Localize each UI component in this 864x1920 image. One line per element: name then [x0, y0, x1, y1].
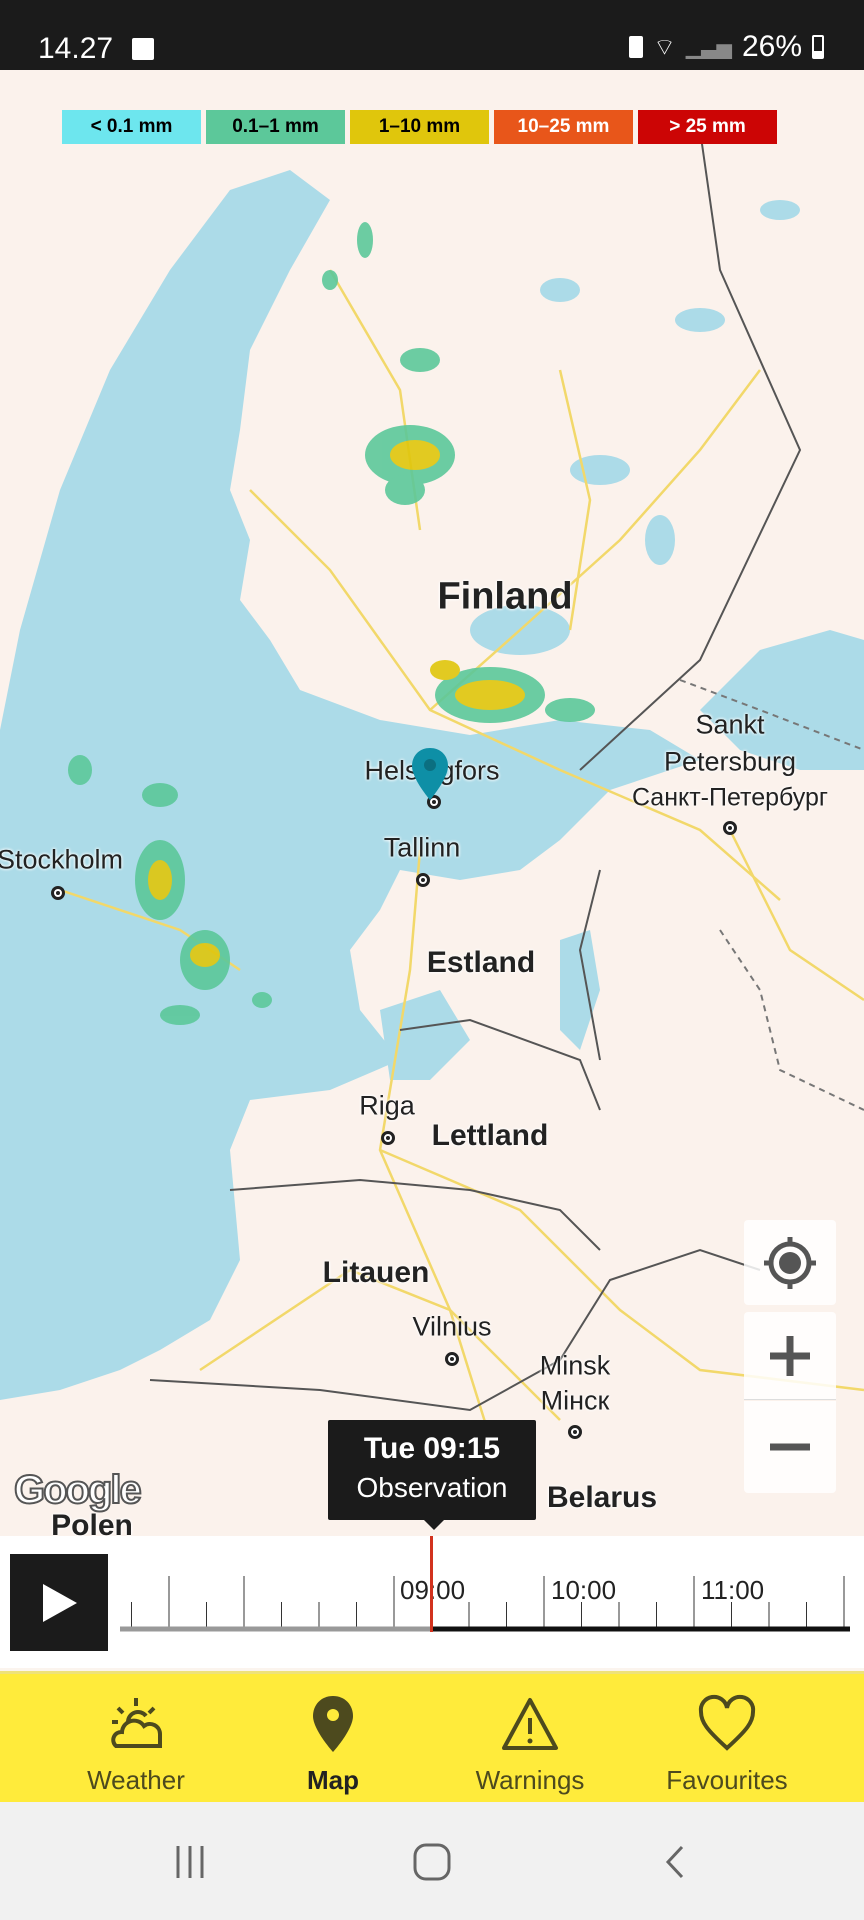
nav-label: Warnings	[475, 1765, 585, 1795]
status-time: 14.27	[38, 32, 114, 65]
current-time-indicator[interactable]	[430, 1536, 433, 1632]
legend-item: 0.1–1 mm	[206, 110, 345, 144]
nav-label: Favourites	[666, 1765, 788, 1795]
battery-percent: 26%	[741, 30, 802, 63]
time-tooltip: Tue 09:15 Observation	[328, 1420, 536, 1530]
city-label: Tallinn	[383, 832, 461, 863]
city-label: Riga	[359, 1090, 415, 1121]
nav-warnings[interactable]: Warnings	[430, 1674, 630, 1805]
battery-icon	[812, 35, 824, 59]
zoom-out-button[interactable]	[744, 1401, 836, 1493]
location-marker-icon[interactable]	[410, 746, 450, 802]
signal-icon: ▁▃▅	[685, 36, 732, 59]
hour-label: 10:00	[551, 1575, 617, 1605]
city-dot	[723, 821, 737, 835]
timeline[interactable]: 09:00 10:00 11:00	[0, 1536, 864, 1668]
tooltip-time: Tue 09:15	[363, 1432, 501, 1465]
my-location-button[interactable]	[744, 1220, 836, 1305]
google-logo: Google	[13, 1467, 143, 1513]
country-label: Litauen	[322, 1256, 430, 1289]
city-label: Sankt	[695, 709, 765, 740]
minus-icon	[770, 1443, 810, 1451]
map-pin-icon	[313, 1696, 353, 1752]
tooltip-type: Observation	[356, 1472, 508, 1503]
city-dot	[568, 1425, 582, 1439]
recent-apps-icon[interactable]	[172, 1844, 208, 1880]
back-icon[interactable]	[660, 1844, 690, 1880]
city-label: Minsk	[539, 1350, 611, 1381]
hour-label: 11:00	[701, 1575, 765, 1605]
nav-label: Map	[307, 1765, 359, 1795]
city-dot	[445, 1352, 459, 1366]
city-label: Stockholm	[0, 844, 124, 875]
plus-icon	[770, 1335, 810, 1376]
zoom-in-button[interactable]	[744, 1312, 836, 1400]
country-label: Belarus	[546, 1481, 658, 1514]
gallery-icon	[132, 38, 154, 60]
bottom-nav: Weather Map Warnings Favourites	[0, 1671, 864, 1802]
city-dot	[381, 1131, 395, 1145]
wifi-icon: ⌔	[653, 34, 676, 61]
precipitation-legend: < 0.1 mm 0.1–1 mm 1–10 mm 10–25 mm > 25 …	[62, 110, 777, 144]
weather-icon	[111, 1698, 162, 1748]
country-label: Polen	[51, 1509, 133, 1536]
country-label: Lettland	[431, 1119, 549, 1152]
heart-icon	[698, 1694, 756, 1751]
radar-map[interactable]: < 0.1 mm 0.1–1 mm 1–10 mm 10–25 mm > 25 …	[0, 70, 864, 1536]
legend-item: 1–10 mm	[350, 110, 489, 144]
nav-favourites[interactable]: Favourites	[627, 1674, 827, 1805]
city-dot	[416, 873, 430, 887]
city-label: Vilnius	[412, 1311, 492, 1342]
city-label: Мінск	[540, 1385, 610, 1416]
legend-item: 10–25 mm	[494, 110, 633, 144]
home-icon[interactable]	[412, 1842, 452, 1882]
city-dot	[51, 886, 65, 900]
battery-saver-icon	[629, 36, 644, 58]
warning-icon	[502, 1698, 558, 1750]
system-nav-bar	[0, 1802, 864, 1920]
legend-item: > 25 mm	[638, 110, 777, 144]
nav-map[interactable]: Map	[233, 1674, 433, 1805]
country-label: Finland	[437, 575, 573, 618]
country-label: Estland	[426, 946, 536, 979]
nav-label: Weather	[87, 1765, 185, 1795]
city-label: Санкт-Петербург	[631, 783, 829, 812]
city-label: Petersburg	[663, 746, 797, 777]
status-bar: 14.27 ⌔ ▁▃▅ 26%	[0, 0, 864, 70]
nav-weather[interactable]: Weather	[36, 1674, 236, 1805]
crosshair-icon	[764, 1236, 816, 1289]
legend-item: < 0.1 mm	[62, 110, 201, 144]
